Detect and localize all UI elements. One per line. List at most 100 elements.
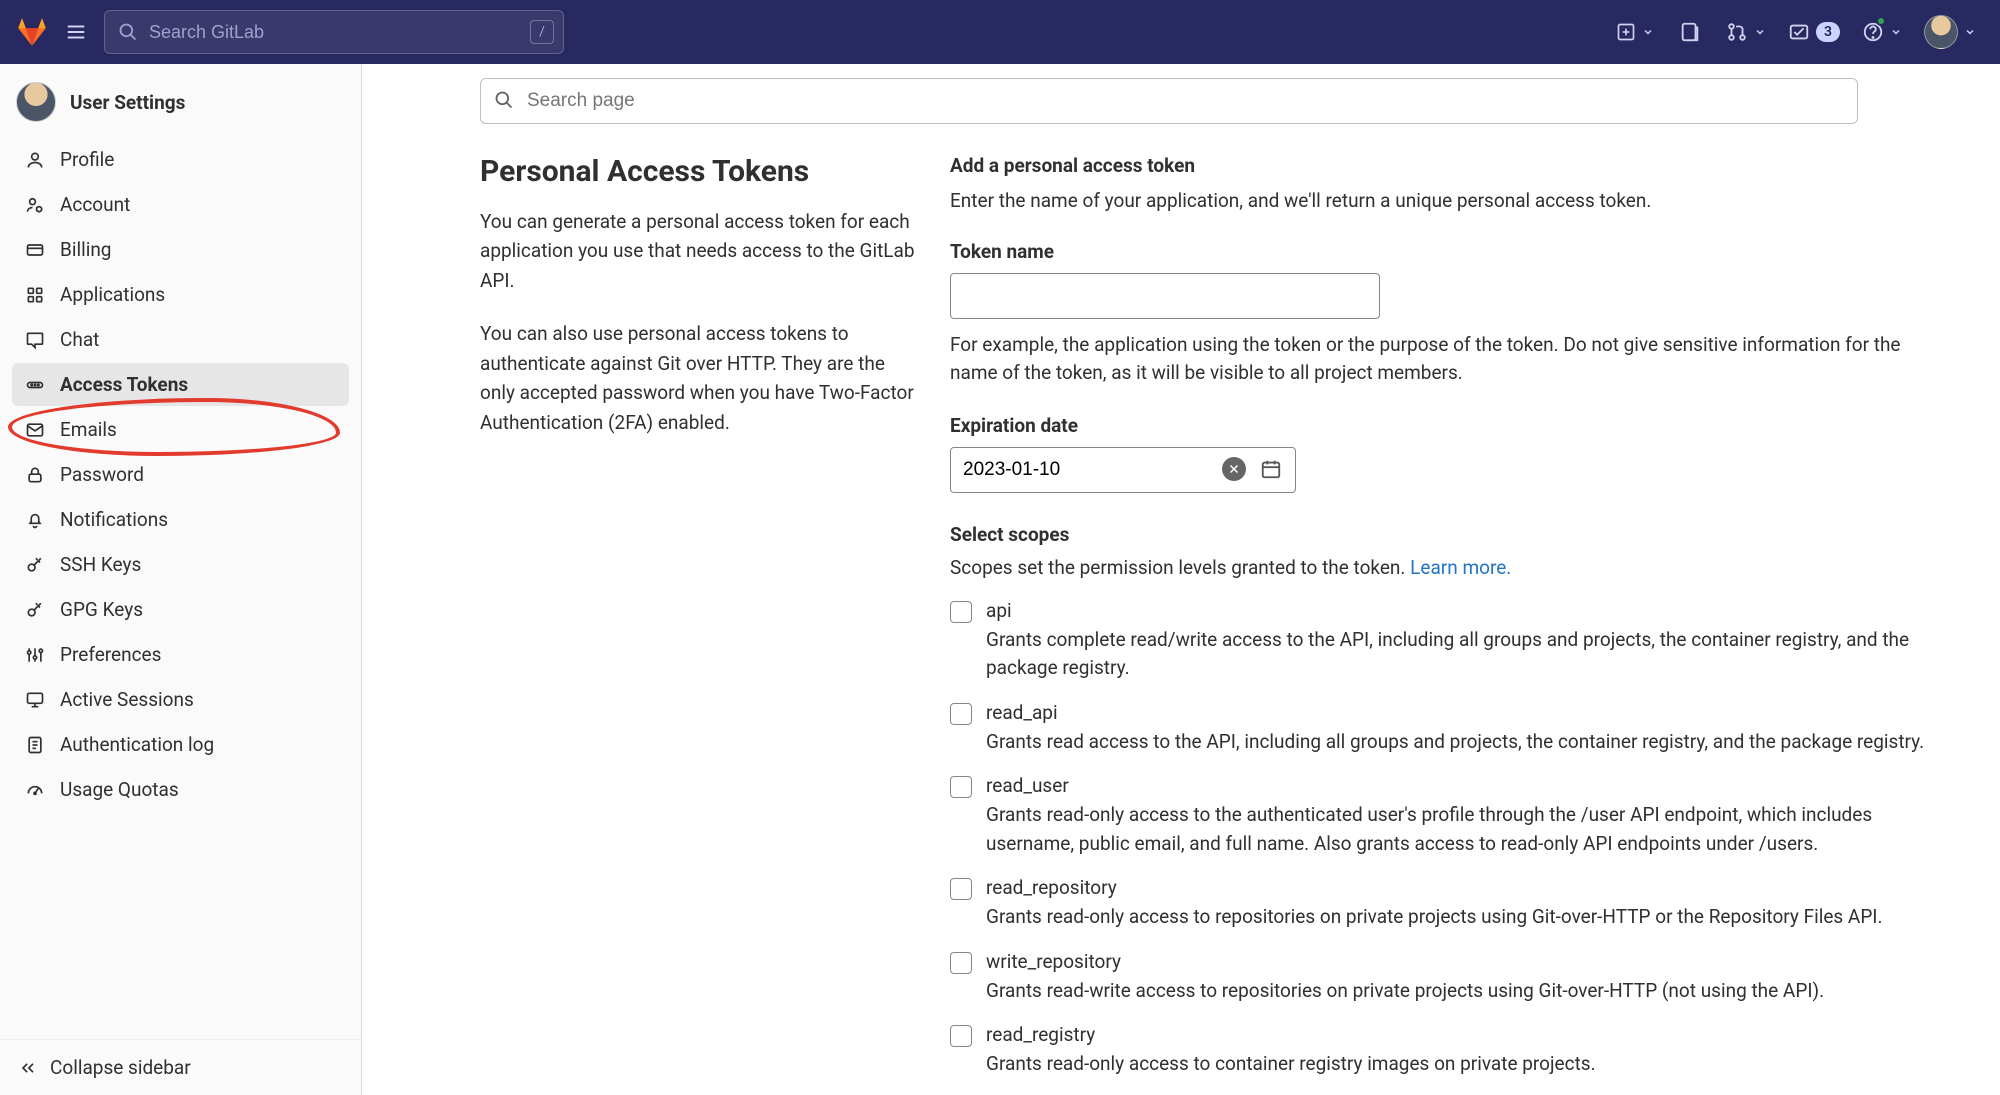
scopes-learn-more-link[interactable]: Learn more. bbox=[1410, 556, 1511, 579]
collapse-sidebar-button[interactable]: Collapse sidebar bbox=[0, 1039, 361, 1095]
lock-icon bbox=[24, 464, 46, 486]
chevron-down-icon bbox=[1964, 26, 1976, 38]
sidebar-item-ssh-keys[interactable]: SSH Keys bbox=[12, 543, 349, 586]
calendar-icon[interactable] bbox=[1260, 458, 1282, 480]
global-search-input[interactable] bbox=[104, 10, 564, 54]
chat-icon bbox=[24, 329, 46, 351]
scope-description: Grants read-only access to repositories … bbox=[986, 903, 1944, 932]
scope-description: Grants read-write access to repositories… bbox=[986, 977, 1944, 1006]
sidebar-item-label: Access Tokens bbox=[60, 373, 188, 396]
scope-description: Grants complete read/write access to the… bbox=[986, 626, 1944, 683]
sidebar: User Settings Profile Account Billing Appli… bbox=[0, 64, 362, 1095]
chevron-down-icon bbox=[1754, 26, 1766, 38]
scope-checkbox-read_registry[interactable] bbox=[950, 1025, 972, 1047]
sidebar-item-label: Chat bbox=[60, 328, 99, 351]
gauge-icon bbox=[24, 779, 46, 801]
search-shortcut-hint: / bbox=[530, 20, 554, 44]
todos-link[interactable]: 3 bbox=[1788, 21, 1840, 43]
page-title: Personal Access Tokens bbox=[480, 154, 916, 189]
clear-date-icon[interactable] bbox=[1222, 457, 1246, 481]
page-description-2: You can also use personal access tokens … bbox=[480, 319, 916, 437]
scope-row-read_registry: read_registry Grants read-only access to … bbox=[950, 1023, 1944, 1079]
scope-name: read_user bbox=[986, 774, 1944, 797]
scopes-heading: Select scopes bbox=[950, 523, 1944, 546]
expiration-date-label: Expiration date bbox=[950, 414, 1944, 437]
sidebar-item-label: Billing bbox=[60, 238, 111, 261]
global-search: / bbox=[104, 10, 564, 54]
sidebar-item-gpg-keys[interactable]: GPG Keys bbox=[12, 588, 349, 631]
sidebar-item-chat[interactable]: Chat bbox=[12, 318, 349, 361]
scope-description: Grants read-only access to container reg… bbox=[986, 1050, 1944, 1079]
token-name-input[interactable] bbox=[950, 273, 1380, 319]
scope-checkbox-write_repository[interactable] bbox=[950, 952, 972, 974]
page-description-1: You can generate a personal access token… bbox=[480, 207, 916, 295]
scope-checkbox-api[interactable] bbox=[950, 601, 972, 623]
ellipsis-icon bbox=[24, 374, 46, 396]
mail-icon bbox=[24, 419, 46, 441]
sidebar-item-label: Profile bbox=[60, 148, 114, 171]
scope-checkbox-read_repository[interactable] bbox=[950, 878, 972, 900]
scope-description: Grants read access to the API, including… bbox=[986, 728, 1944, 757]
sidebar-item-profile[interactable]: Profile bbox=[12, 138, 349, 181]
hamburger-menu-icon[interactable] bbox=[60, 16, 92, 48]
sidebar-item-label: Emails bbox=[60, 418, 117, 441]
issues-link[interactable] bbox=[1676, 18, 1704, 46]
sidebar-header: User Settings bbox=[0, 64, 361, 136]
apps-icon bbox=[24, 284, 46, 306]
token-name-helper: For example, the application using the t… bbox=[950, 331, 1944, 388]
sidebar-item-notifications[interactable]: Notifications bbox=[12, 498, 349, 541]
merge-requests-menu[interactable] bbox=[1726, 21, 1766, 43]
sidebar-item-password[interactable]: Password bbox=[12, 453, 349, 496]
sidebar-item-applications[interactable]: Applications bbox=[12, 273, 349, 316]
sidebar-item-emails[interactable]: Emails bbox=[12, 408, 349, 451]
sidebar-title: User Settings bbox=[70, 91, 185, 114]
sidebar-item-usage-quotas[interactable]: Usage Quotas bbox=[12, 768, 349, 811]
create-menu[interactable] bbox=[1616, 22, 1654, 42]
collapse-sidebar-label: Collapse sidebar bbox=[50, 1056, 191, 1079]
sidebar-item-active-sessions[interactable]: Active Sessions bbox=[12, 678, 349, 721]
scope-checkbox-read_api[interactable] bbox=[950, 703, 972, 725]
sidebar-item-billing[interactable]: Billing bbox=[12, 228, 349, 271]
sidebar-item-label: Preferences bbox=[60, 643, 161, 666]
scope-row-read_repository: read_repository Grants read-only access t… bbox=[950, 876, 1944, 932]
sidebar-avatar bbox=[16, 82, 56, 122]
sidebar-item-label: Applications bbox=[60, 283, 165, 306]
log-icon bbox=[24, 734, 46, 756]
sidebar-item-label: Usage Quotas bbox=[60, 778, 179, 801]
key-icon bbox=[24, 599, 46, 621]
card-icon bbox=[24, 239, 46, 261]
page-search-input[interactable] bbox=[480, 78, 1858, 124]
main-content: Personal Access Tokens You can generate … bbox=[362, 64, 2000, 1095]
scope-row-read_api: read_api Grants read access to the API, i… bbox=[950, 701, 1944, 757]
form-heading: Add a personal access token bbox=[950, 154, 1944, 177]
scope-row-write_repository: write_repositoryGrants read-write access… bbox=[950, 950, 1944, 1006]
bell-icon bbox=[24, 509, 46, 531]
scope-checkbox-read_user[interactable] bbox=[950, 776, 972, 798]
todos-count-badge: 3 bbox=[1816, 22, 1840, 42]
user-avatar bbox=[1924, 15, 1958, 49]
sliders-icon bbox=[24, 644, 46, 666]
sidebar-item-label: Password bbox=[60, 463, 144, 486]
search-icon bbox=[494, 90, 514, 110]
scope-name: read_api bbox=[986, 701, 1944, 724]
gitlab-logo[interactable] bbox=[16, 16, 48, 48]
scope-description: Grants read-only access to the authentic… bbox=[986, 801, 1944, 858]
chevron-down-icon bbox=[1642, 26, 1654, 38]
monitor-icon bbox=[24, 689, 46, 711]
sidebar-item-preferences[interactable]: Preferences bbox=[12, 633, 349, 676]
scope-name: read_repository bbox=[986, 876, 1944, 899]
sidebar-item-label: Active Sessions bbox=[60, 688, 194, 711]
notification-dot bbox=[1876, 16, 1886, 26]
sidebar-item-authentication-log[interactable]: Authentication log bbox=[12, 723, 349, 766]
chevrons-left-icon bbox=[18, 1058, 38, 1078]
user-menu[interactable] bbox=[1924, 15, 1976, 49]
sidebar-item-label: Account bbox=[60, 193, 130, 216]
sidebar-item-account[interactable]: Account bbox=[12, 183, 349, 226]
scope-row-api: apiGrants complete read/write access to … bbox=[950, 599, 1944, 683]
chevron-down-icon bbox=[1890, 26, 1902, 38]
scope-name: read_registry bbox=[986, 1023, 1944, 1046]
sidebar-item-label: SSH Keys bbox=[60, 553, 141, 576]
help-menu[interactable] bbox=[1862, 18, 1902, 46]
sidebar-item-access-tokens[interactable]: Access Tokens bbox=[12, 363, 349, 406]
top-navbar: / 3 bbox=[0, 0, 2000, 64]
